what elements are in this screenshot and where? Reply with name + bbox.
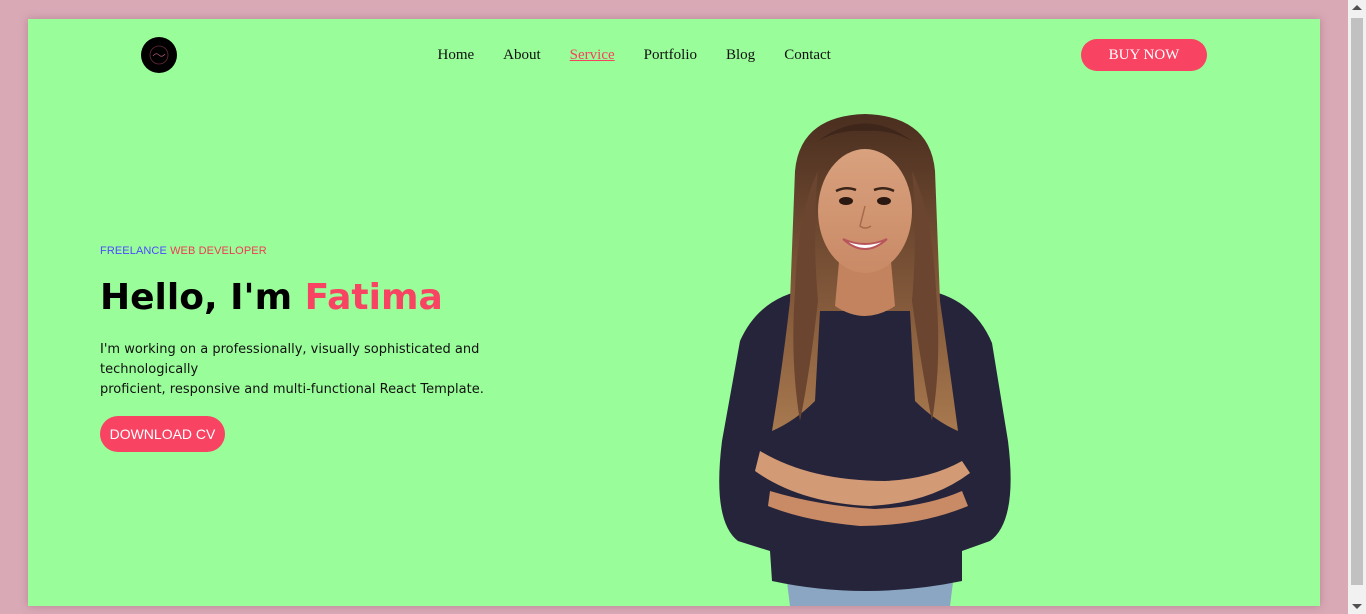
subtitle-freelance: FREELANCE xyxy=(100,245,167,257)
description-line-1: I'm working on a professionally, visuall… xyxy=(100,342,480,377)
woman-portrait-image xyxy=(719,114,1011,606)
nav-item-service[interactable]: Service xyxy=(555,45,629,65)
headline-name: Fatima xyxy=(304,277,443,318)
scrollbar-thumb[interactable] xyxy=(1351,18,1363,585)
logo-icon[interactable] xyxy=(141,37,177,73)
headline-greeting: Hello, I'm xyxy=(100,277,293,318)
nav-item-contact[interactable]: Contact xyxy=(770,45,846,65)
nav-item-portfolio[interactable]: Portfolio xyxy=(629,45,711,65)
nav-item-home[interactable]: Home xyxy=(423,45,489,65)
vertical-scrollbar[interactable] xyxy=(1348,0,1366,614)
scroll-down-icon[interactable] xyxy=(1352,604,1362,609)
main-nav: Home About Service Portfolio Blog Contac… xyxy=(423,45,845,65)
nav-item-about[interactable]: About xyxy=(489,45,556,65)
buy-now-button[interactable]: BUY NOW xyxy=(1081,39,1207,71)
hero-headline: Hello, I'm Fatima xyxy=(100,275,443,321)
description-line-2: proficient, responsive and multi-functio… xyxy=(100,382,484,397)
hero-subtitle: FREELANCE WEB DEVELOPER xyxy=(100,245,267,257)
scroll-up-icon[interactable] xyxy=(1352,5,1362,10)
hero-description: I'm working on a professionally, visuall… xyxy=(100,340,490,400)
nav-item-blog[interactable]: Blog xyxy=(712,45,770,65)
subtitle-role: WEB DEVELOPER xyxy=(170,245,267,257)
download-cv-button[interactable]: DOWNLOAD CV xyxy=(100,416,225,452)
page-container: Home About Service Portfolio Blog Contac… xyxy=(28,19,1320,606)
